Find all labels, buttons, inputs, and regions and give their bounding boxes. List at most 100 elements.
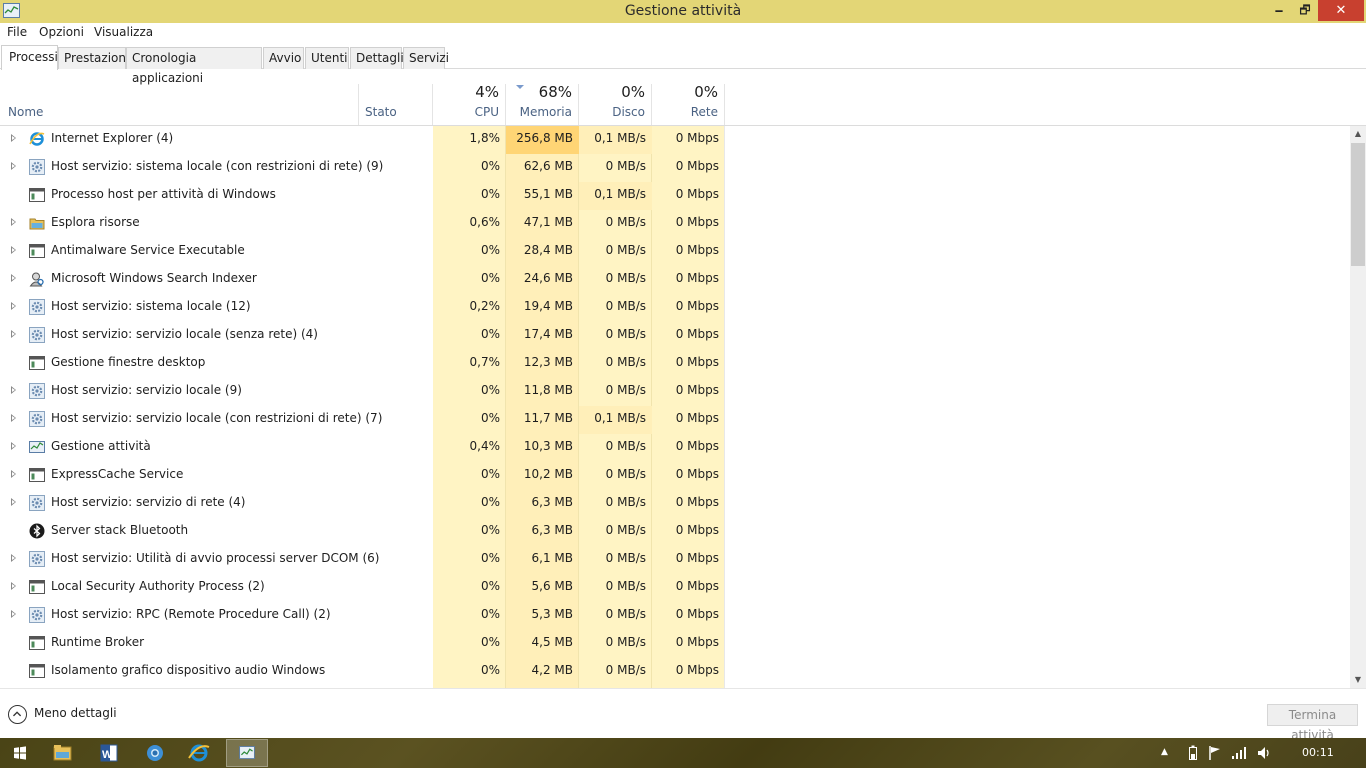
- chevron-up-circle-icon[interactable]: [8, 705, 27, 724]
- process-name: Server stack Bluetooth: [51, 523, 189, 537]
- column-status-header[interactable]: Stato: [365, 105, 397, 119]
- expand-chevron-icon[interactable]: [11, 274, 16, 282]
- expand-chevron-icon[interactable]: [11, 610, 16, 618]
- process-row[interactable]: Host servizio: sistema locale (12) 0,2% 19…: [0, 294, 1350, 322]
- menu-file[interactable]: File: [7, 25, 27, 39]
- process-row[interactable]: Internet Explorer (4) 1,8% 256,8 MB 0,1 MB/…: [0, 126, 1350, 154]
- memory-value: 4,2 MB: [531, 663, 573, 677]
- tab-details[interactable]: Dettagli: [350, 47, 404, 69]
- expand-chevron-icon[interactable]: [11, 498, 16, 506]
- memory-value: 47,1 MB: [523, 215, 573, 229]
- column-network-header[interactable]: Rete: [652, 105, 718, 119]
- disk-total-percent[interactable]: 0%: [579, 83, 645, 101]
- chrome-icon[interactable]: [134, 739, 176, 767]
- process-row[interactable]: Server stack Bluetooth 0% 6,3 MB 0 MB/s 0 Mb…: [0, 518, 1350, 546]
- process-name: Host servizio: servizio di rete (4): [51, 495, 246, 509]
- column-memory-header[interactable]: Memoria: [506, 105, 572, 119]
- column-cpu-header[interactable]: CPU: [433, 105, 499, 119]
- gear-icon: [29, 383, 45, 399]
- close-button[interactable]: ✕: [1318, 0, 1364, 21]
- tray-overflow-icon[interactable]: ▲: [1161, 747, 1168, 757]
- window-icon: [29, 355, 45, 371]
- windows-start-icon[interactable]: [2, 739, 38, 767]
- word-icon[interactable]: W: [88, 739, 130, 767]
- process-row[interactable]: Runtime Broker 0% 4,5 MB 0 MB/s 0 Mbps: [0, 630, 1350, 658]
- maximize-button[interactable]: 🗗: [1292, 0, 1318, 21]
- scroll-down-icon[interactable]: ▼: [1350, 672, 1366, 688]
- menu-options[interactable]: Opzioni: [39, 25, 84, 39]
- minimize-button[interactable]: 🗕: [1266, 0, 1292, 21]
- process-row[interactable]: Host servizio: servizio locale (senza re…: [0, 322, 1350, 350]
- tab-app-history[interactable]: Cronologia applicazioni: [126, 47, 262, 85]
- process-row[interactable]: Processo host per attività di Windows 0% 5…: [0, 182, 1350, 210]
- gear-icon: [29, 551, 45, 567]
- window-title: Gestione attività: [624, 3, 742, 19]
- less-details-link[interactable]: Meno dettagli: [34, 706, 117, 720]
- volume-icon[interactable]: [1256, 745, 1272, 761]
- action-center-flag-icon[interactable]: [1208, 745, 1222, 761]
- column-disk-header[interactable]: Disco: [579, 105, 645, 119]
- process-row[interactable]: Host servizio: Utilità di avvio processi…: [0, 546, 1350, 574]
- process-row[interactable]: Host servizio: RPC (Remote Procedure Cal…: [0, 602, 1350, 630]
- scroll-thumb[interactable]: [1351, 143, 1365, 266]
- expand-chevron-icon[interactable]: [11, 218, 16, 226]
- cpu-value: 0%: [480, 187, 500, 201]
- cpu-value: 0%: [480, 579, 500, 593]
- expand-chevron-icon[interactable]: [11, 470, 16, 478]
- expand-chevron-icon[interactable]: [11, 302, 16, 310]
- tab-performance[interactable]: Prestazioni: [58, 47, 129, 69]
- process-row[interactable]: Isolamento grafico dispositivo audio Win…: [0, 658, 1350, 686]
- column-name-header[interactable]: Nome: [8, 105, 43, 119]
- disk-value: 0 MB/s: [605, 467, 646, 481]
- process-name: Host servizio: servizio locale (con rest…: [51, 411, 383, 425]
- vertical-scrollbar[interactable]: ▲ ▼: [1350, 126, 1366, 688]
- process-row[interactable]: Microsoft Windows Search Indexer 0% 24,6 M…: [0, 266, 1350, 294]
- process-row[interactable]: Gestione attività 0,4% 10,3 MB 0 MB/s 0 Mbps: [0, 434, 1350, 462]
- tab-services[interactable]: Servizi: [403, 47, 449, 69]
- disk-value: 0 MB/s: [605, 327, 646, 341]
- tab-startup[interactable]: Avvio: [263, 47, 304, 69]
- end-task-button[interactable]: Termina attività: [1267, 704, 1358, 742]
- process-row[interactable]: Host servizio: servizio di rete (4) 0% 6,3…: [0, 490, 1350, 518]
- disk-value: 0 MB/s: [605, 271, 646, 285]
- expand-chevron-icon[interactable]: [11, 554, 16, 562]
- cpu-total-percent[interactable]: 4%: [433, 83, 499, 101]
- process-row[interactable]: ExpressCache Service 0% 10,2 MB 0 MB/s 0 Mbp…: [0, 462, 1350, 490]
- process-row[interactable]: Gestione finestre desktop 0,7% 12,3 MB 0 MB…: [0, 350, 1350, 378]
- battery-icon[interactable]: [1188, 745, 1198, 761]
- expand-chevron-icon[interactable]: [11, 442, 16, 450]
- tab-users[interactable]: Utenti: [305, 47, 349, 69]
- process-row[interactable]: Host servizio: servizio locale (con rest…: [0, 406, 1350, 434]
- task-manager-taskbar-icon[interactable]: [226, 739, 268, 767]
- expand-chevron-icon[interactable]: [11, 414, 16, 422]
- cpu-value: 0%: [480, 243, 500, 257]
- process-row[interactable]: Local Security Authority Process (2) 0% 5,…: [0, 574, 1350, 602]
- expand-chevron-icon[interactable]: [11, 134, 16, 142]
- network-signal-icon[interactable]: [1231, 746, 1247, 760]
- scroll-up-icon[interactable]: ▲: [1350, 126, 1366, 142]
- title-bar[interactable]: Gestione attività 🗕 🗗 ✕: [0, 0, 1366, 23]
- network-total-percent[interactable]: 0%: [652, 83, 718, 101]
- ie-icon: [29, 131, 45, 147]
- process-row[interactable]: Host servizio: sistema locale (con restr…: [0, 154, 1350, 182]
- taskbar-clock[interactable]: 00:11: [1302, 746, 1334, 759]
- memory-value: 24,6 MB: [523, 271, 573, 285]
- expand-chevron-icon[interactable]: [11, 162, 16, 170]
- process-row[interactable]: Antimalware Service Executable 0% 28,4 MB 0…: [0, 238, 1350, 266]
- internet-explorer-icon[interactable]: [178, 739, 220, 767]
- memory-total-percent[interactable]: 68%: [506, 83, 572, 101]
- file-explorer-icon[interactable]: [41, 739, 83, 767]
- network-value: 0 Mbps: [675, 187, 719, 201]
- expand-chevron-icon[interactable]: [11, 582, 16, 590]
- expand-chevron-icon[interactable]: [11, 246, 16, 254]
- cpu-value: 0,7%: [469, 355, 501, 369]
- expand-chevron-icon[interactable]: [11, 330, 16, 338]
- tab-processes[interactable]: Processi: [1, 45, 58, 70]
- cpu-value: 0%: [480, 551, 500, 565]
- expand-chevron-icon[interactable]: [11, 386, 16, 394]
- process-row[interactable]: Host servizio: servizio locale (9) 0% 11,8…: [0, 378, 1350, 406]
- network-value: 0 Mbps: [675, 551, 719, 565]
- process-row[interactable]: Esplora risorse 0,6% 47,1 MB 0 MB/s 0 Mbps: [0, 210, 1350, 238]
- folder-icon: [29, 215, 45, 231]
- menu-view[interactable]: Visualizza: [94, 25, 153, 39]
